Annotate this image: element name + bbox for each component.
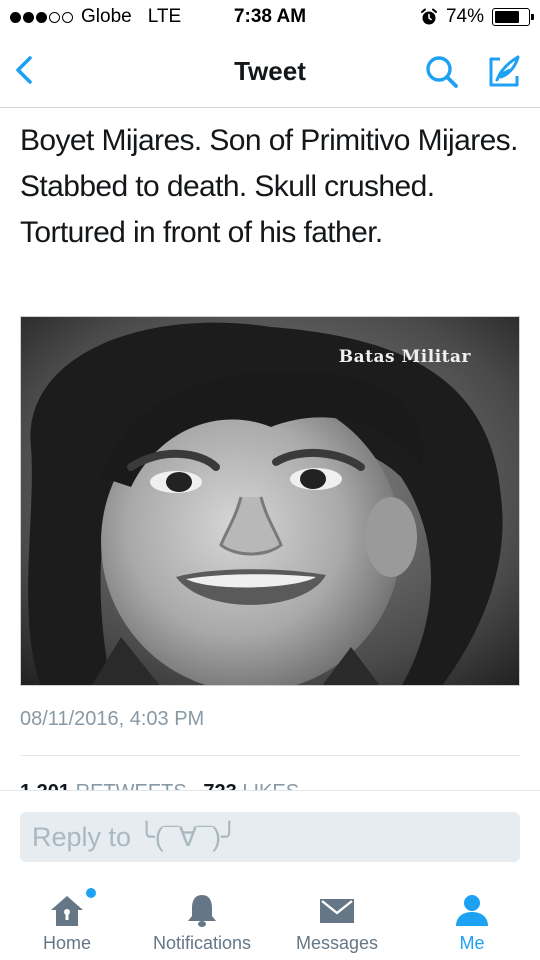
battery-icon	[492, 8, 534, 26]
tab-bar: Home Notifications Messages Me	[0, 886, 540, 960]
likes-count[interactable]: 723	[203, 781, 236, 790]
reply-input[interactable]: Reply to ╰(¯∀¯)╯	[20, 812, 520, 862]
bell-icon	[188, 895, 216, 927]
photo-caption: Batas Militar	[338, 347, 471, 367]
tweet-photo[interactable]: Batas Militar	[20, 316, 520, 686]
tab-messages-label: Messages	[295, 933, 379, 953]
tab-me[interactable]: Me	[430, 886, 514, 960]
status-bar: Globe LTE 7:38 AM 74%	[0, 0, 540, 36]
tweet-stats: 1,201 RETWEETS 723 LIKES	[20, 778, 540, 790]
portrait-photo	[21, 317, 519, 685]
likes-label[interactable]: LIKES	[242, 781, 299, 790]
divider	[20, 755, 520, 756]
compose-icon	[489, 55, 520, 87]
tweet-text: Boyet Mijares. Son of Primitivo Mijares.…	[20, 124, 518, 249]
navigation-bar: Tweet	[0, 36, 540, 108]
person-icon	[456, 895, 488, 926]
battery-percent: 74%	[445, 6, 484, 27]
search-button[interactable]	[420, 50, 464, 94]
battery-level-fill	[495, 11, 519, 23]
tab-me-label: Me	[459, 933, 485, 953]
reply-area: Reply to ╰(¯∀¯)╯	[0, 790, 540, 886]
tab-notifications[interactable]: Notifications	[140, 886, 264, 960]
tab-home-label: Home	[42, 933, 91, 953]
envelope-icon	[320, 899, 354, 923]
retweets-label[interactable]: RETWEETS	[76, 781, 187, 790]
tweet-timestamp: 08/11/2016, 4:03 PM	[20, 708, 205, 730]
home-notification-dot	[86, 888, 96, 898]
home-icon	[51, 896, 83, 926]
retweets-count[interactable]: 1,201	[20, 781, 70, 790]
alarm-icon	[420, 8, 437, 25]
compose-tweet-button[interactable]	[482, 50, 526, 94]
status-right: 74%	[420, 6, 534, 28]
search-icon	[426, 56, 458, 88]
tab-messages[interactable]: Messages	[284, 886, 390, 960]
tab-notifications-label: Notifications	[152, 933, 252, 953]
tab-home[interactable]: Home	[14, 886, 120, 960]
